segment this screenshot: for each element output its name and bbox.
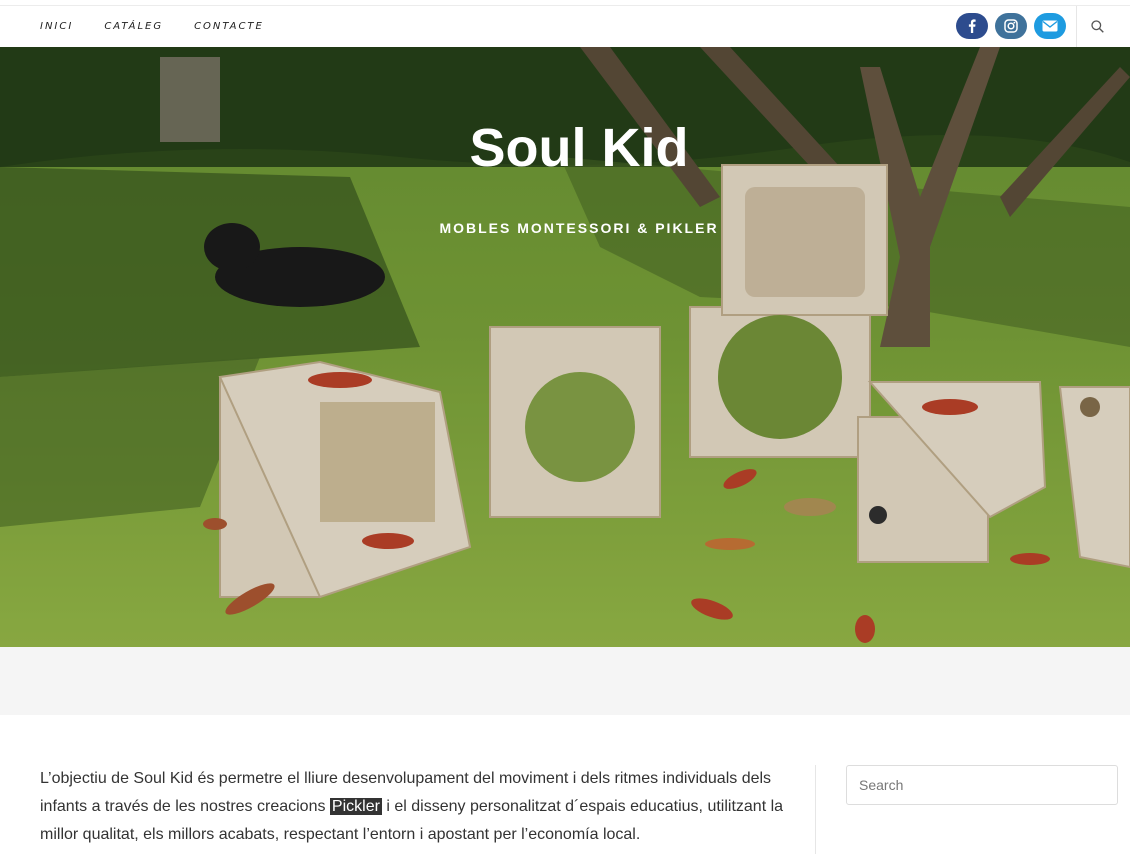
nav-item-inici[interactable]: Inici (40, 21, 73, 32)
sidebar-search-input[interactable] (846, 765, 1118, 805)
search-toggle-button[interactable] (1076, 6, 1118, 47)
instagram-icon (1004, 19, 1018, 33)
sidebar-divider (815, 765, 816, 854)
intro-paragraph: L’objectiu de Soul Kid és permetre el ll… (40, 765, 790, 849)
section-separator (0, 647, 1130, 715)
site-tagline: MOBLES MONTESSORI & PIKLER (439, 220, 719, 236)
search-icon (1091, 20, 1104, 33)
email-button[interactable] (1034, 13, 1066, 39)
envelope-icon (1042, 20, 1058, 32)
nav-item-cataleg[interactable]: Catáleg (104, 21, 163, 32)
facebook-button[interactable] (956, 13, 988, 39)
main-navigation: Inici Catáleg Contacte (0, 6, 1130, 47)
instagram-button[interactable] (995, 13, 1027, 39)
hero-banner: Soul Kid MOBLES MONTESSORI & PIKLER (0, 47, 1130, 647)
facebook-icon (968, 19, 976, 33)
social-links (956, 13, 1066, 39)
site-title: Soul Kid (469, 118, 689, 178)
nav-menu: Inici Catáleg Contacte (40, 6, 295, 47)
highlighted-word: Pickler (329, 798, 382, 815)
nav-item-contacte[interactable]: Contacte (194, 21, 264, 32)
